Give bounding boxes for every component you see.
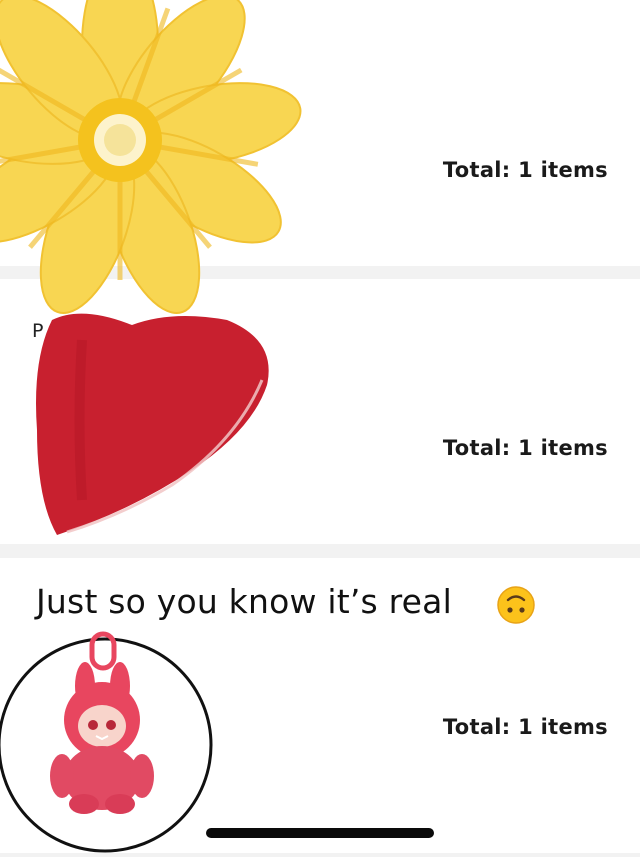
total-items-label: Total: 1 items (442, 715, 608, 739)
red-heart-sticker (22, 300, 282, 554)
home-indicator[interactable] (206, 828, 434, 838)
total-items-label: Total: 1 items (442, 436, 608, 460)
upside-down-face-icon (496, 585, 536, 629)
product-image-pink-bunny-doll[interactable] (0, 628, 215, 857)
total-items-label: Total: 1 items (442, 158, 608, 182)
caption-text: Just so you know it’s real (36, 582, 452, 621)
